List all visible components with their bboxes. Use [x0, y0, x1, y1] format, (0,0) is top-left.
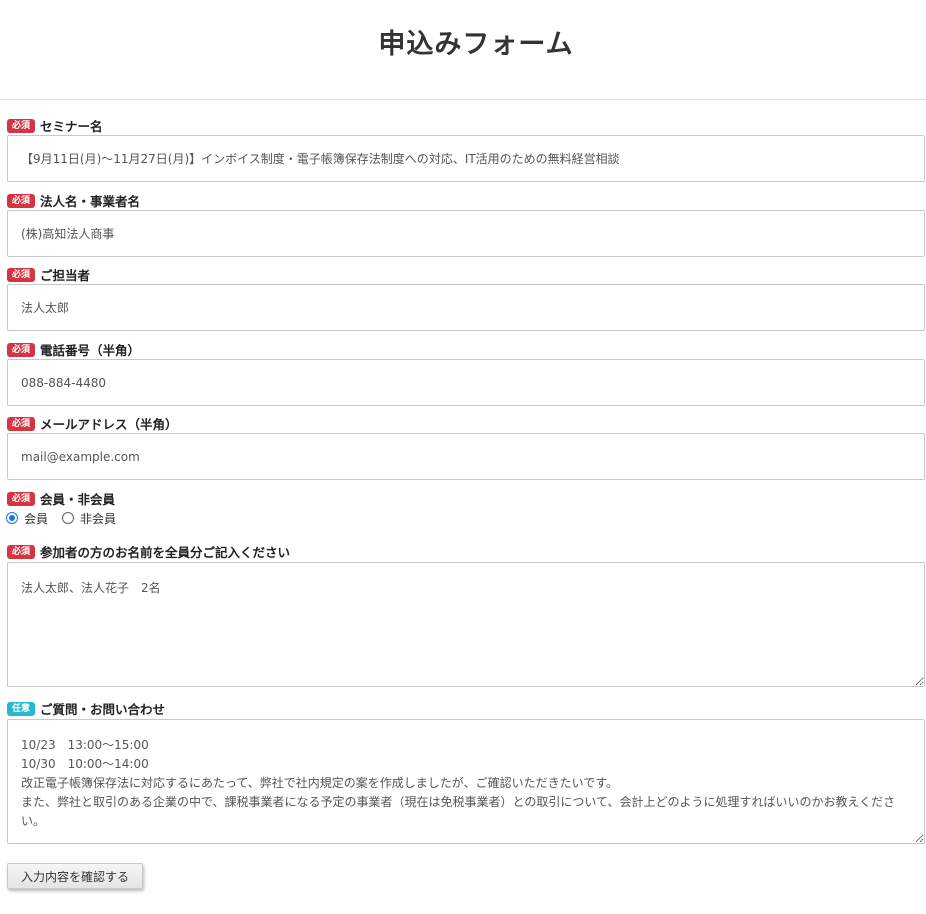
seminar-name-input[interactable] — [7, 135, 925, 182]
phone-label: 必須 電話番号（半角） — [7, 341, 140, 358]
email-input[interactable] — [7, 433, 925, 480]
inquiry-label-text: ご質問・お問い合わせ — [40, 702, 166, 717]
inquiry-label: 任意 ご質問・お問い合わせ — [7, 700, 165, 717]
optional-badge: 任意 — [7, 701, 36, 716]
company-label-text: 法人名・事業者名 — [40, 194, 141, 209]
required-badge: 必須 — [7, 416, 36, 431]
phone-label-text: 電話番号（半角） — [40, 343, 141, 358]
member-radio-label[interactable]: 会員 — [24, 510, 48, 527]
contact-person-input[interactable] — [7, 284, 925, 331]
email-label: 必須 メールアドレス（半角） — [7, 415, 178, 432]
email-label-text: メールアドレス（半角） — [40, 417, 178, 432]
title-divider — [0, 99, 926, 100]
participants-label-text: 参加者の方のお名前を全員分ご記入ください — [40, 545, 291, 560]
seminar-label: 必須 セミナー名 — [7, 117, 103, 134]
non-member-radio-label[interactable]: 非会員 — [80, 510, 116, 527]
required-badge: 必須 — [7, 491, 36, 506]
company-label: 必須 法人名・事業者名 — [7, 192, 140, 209]
participants-label: 必須 参加者の方のお名前を全員分ご記入ください — [7, 543, 290, 560]
required-badge: 必須 — [7, 118, 36, 133]
membership-label-text: 会員・非会員 — [40, 492, 116, 507]
page-title: 申込みフォーム — [378, 29, 574, 60]
participants-textarea[interactable]: 法人太郎、法人花子 2名 — [7, 562, 925, 687]
non-member-radio[interactable] — [62, 512, 75, 524]
seminar-label-text: セミナー名 — [40, 119, 103, 134]
required-badge: 必須 — [7, 342, 36, 357]
required-badge: 必須 — [7, 267, 36, 282]
phone-input[interactable] — [7, 359, 925, 406]
required-badge: 必須 — [7, 193, 36, 208]
member-radio[interactable] — [6, 512, 18, 524]
required-badge: 必須 — [7, 544, 36, 559]
membership-label: 必須 会員・非会員 — [7, 490, 115, 507]
inquiry-textarea[interactable]: 10/23 13:00～15:00 10/30 10:00～14:00 改正電子… — [7, 719, 925, 844]
contact-label: 必須 ご担当者 — [7, 266, 90, 283]
confirm-button[interactable]: 入力内容を確認する — [7, 863, 143, 889]
contact-label-text: ご担当者 — [40, 268, 91, 283]
membership-radio-group: 会員 非会員 — [6, 510, 130, 526]
company-name-input[interactable] — [7, 210, 925, 257]
